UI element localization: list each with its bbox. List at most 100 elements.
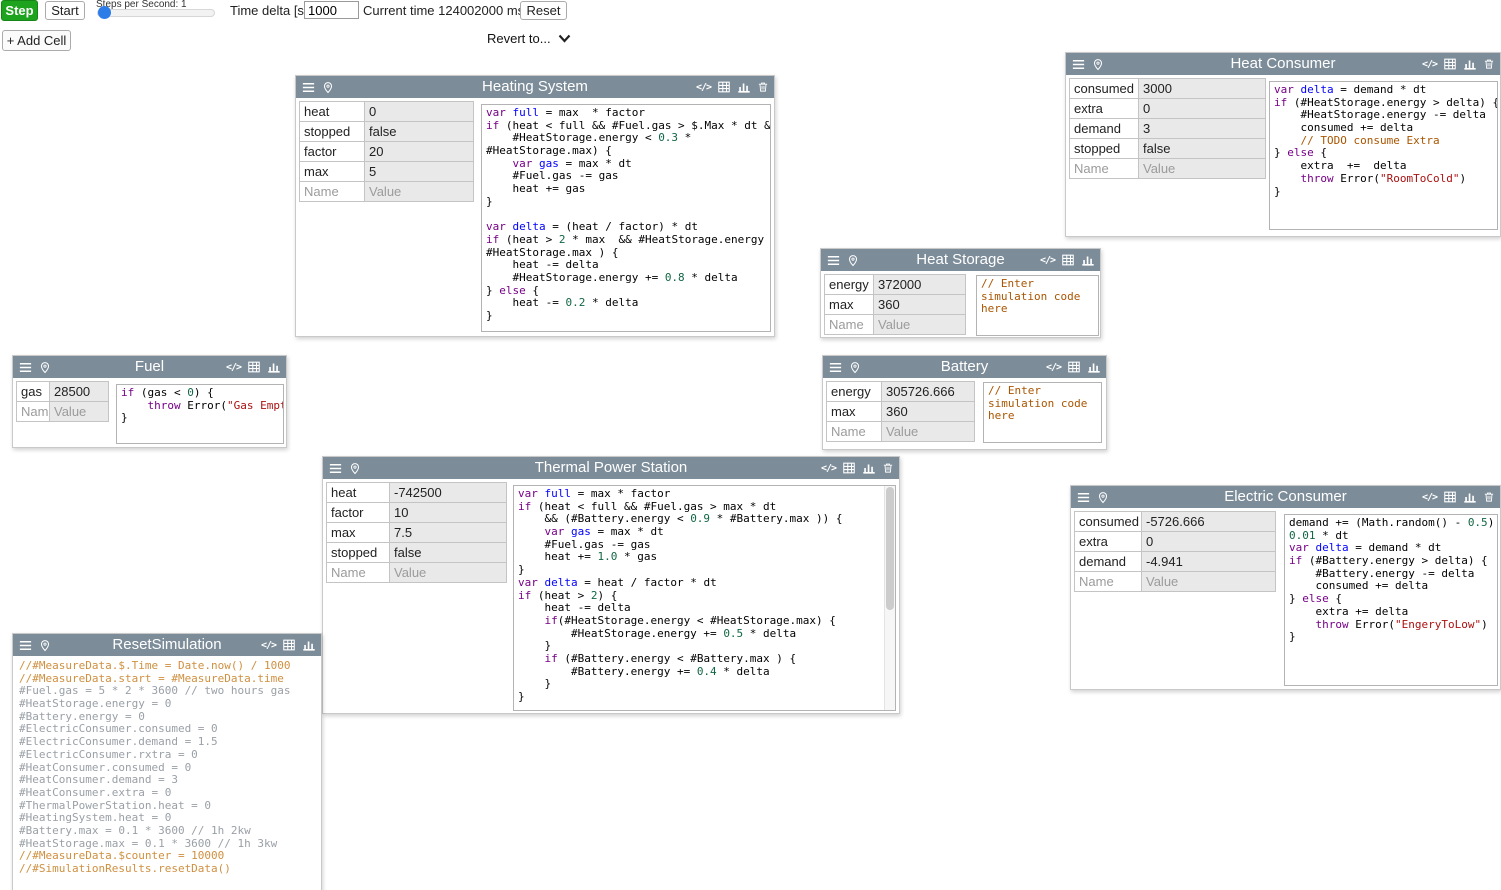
menu-icon[interactable] <box>328 461 343 476</box>
variable-name-cell[interactable]: stopped <box>326 542 390 563</box>
scrollbar-thumb[interactable] <box>886 487 894 610</box>
chart-view-icon[interactable] <box>1087 360 1101 374</box>
code-view-icon[interactable]: </> <box>226 362 241 373</box>
code-editor[interactable]: //#MeasureData.$.Time = Date.now() / 100… <box>15 658 321 890</box>
variable-value-cell[interactable]: 3000 <box>1138 78 1266 99</box>
variable-value-cell[interactable]: 20 <box>364 141 474 162</box>
pin-icon[interactable] <box>849 361 861 374</box>
delete-icon[interactable] <box>1483 57 1495 71</box>
pin-icon[interactable] <box>1097 491 1109 504</box>
variable-value-cell[interactable]: 7.5 <box>389 522 507 543</box>
variable-value-cell[interactable]: Value <box>873 314 966 335</box>
code-view-icon[interactable]: </> <box>1422 492 1437 503</box>
code-editor[interactable]: var full = max * factorif (heat < full &… <box>513 485 896 711</box>
code-view-icon[interactable]: </> <box>696 82 711 93</box>
variable-name-cell[interactable]: extra <box>1074 531 1142 552</box>
variable-value-cell[interactable]: 372000 <box>873 274 966 295</box>
variable-value-cell[interactable]: Value <box>881 421 975 442</box>
variable-name-cell[interactable]: consumed <box>1069 78 1139 99</box>
table-view-icon[interactable] <box>282 638 296 652</box>
variable-value-cell[interactable]: 0 <box>1138 98 1266 119</box>
variable-name-cell[interactable]: Name <box>326 562 390 583</box>
table-view-icon[interactable] <box>1443 57 1457 71</box>
variable-value-cell[interactable]: -742500 <box>389 482 507 503</box>
menu-icon[interactable] <box>18 360 33 375</box>
code-view-icon[interactable]: </> <box>821 463 836 474</box>
pin-icon[interactable] <box>39 639 51 652</box>
chart-view-icon[interactable] <box>1081 253 1095 267</box>
table-view-icon[interactable] <box>1443 490 1457 504</box>
variable-name-cell[interactable]: max <box>299 161 365 182</box>
variable-value-cell[interactable]: 305726.666 <box>881 381 975 402</box>
code-editor[interactable]: if (gas < 0) { throw Error("Gas Empty")} <box>116 384 284 444</box>
variable-name-cell[interactable]: Name <box>1069 158 1139 179</box>
chart-view-icon[interactable] <box>1463 490 1477 504</box>
table-view-icon[interactable] <box>1067 360 1081 374</box>
pin-icon[interactable] <box>1092 58 1104 71</box>
delete-icon[interactable] <box>757 80 769 94</box>
code-view-icon[interactable]: </> <box>261 640 276 651</box>
variable-name-cell[interactable]: energy <box>826 381 882 402</box>
delete-icon[interactable] <box>1483 490 1495 504</box>
variable-value-cell[interactable]: 360 <box>881 401 975 422</box>
variable-name-cell[interactable]: max <box>826 401 882 422</box>
chart-view-icon[interactable] <box>737 80 751 94</box>
table-view-icon[interactable] <box>717 80 731 94</box>
table-view-icon[interactable] <box>1061 253 1075 267</box>
code-editor[interactable]: var delta = demand * dtif (#HeatStorage.… <box>1269 81 1498 230</box>
variable-value-cell[interactable]: 3 <box>1138 118 1266 139</box>
code-editor[interactable]: // Entersimulation codehere <box>976 275 1099 336</box>
pin-icon[interactable] <box>39 361 51 374</box>
menu-icon[interactable] <box>826 253 841 268</box>
chart-view-icon[interactable] <box>862 461 876 475</box>
variable-name-cell[interactable]: Name <box>826 421 882 442</box>
variable-name-cell[interactable]: Name <box>16 401 50 422</box>
code-view-icon[interactable]: </> <box>1422 59 1437 70</box>
variable-value-cell[interactable]: -5726.666 <box>1141 511 1276 532</box>
chart-view-icon[interactable] <box>267 360 281 374</box>
variable-value-cell[interactable]: -4.941 <box>1141 551 1276 572</box>
variable-value-cell[interactable]: Value <box>1141 571 1276 592</box>
table-view-icon[interactable] <box>842 461 856 475</box>
menu-icon[interactable] <box>1076 490 1091 505</box>
variable-value-cell[interactable]: 0 <box>364 101 474 122</box>
variable-name-cell[interactable]: Name <box>1074 571 1142 592</box>
variable-value-cell[interactable]: 28500 <box>49 381 109 402</box>
variable-value-cell[interactable]: 5 <box>364 161 474 182</box>
variable-value-cell[interactable]: false <box>1138 138 1266 159</box>
table-view-icon[interactable] <box>247 360 261 374</box>
code-editor[interactable]: var full = max * factorif (heat < full &… <box>481 104 771 332</box>
variable-value-cell[interactable]: false <box>364 121 474 142</box>
variable-name-cell[interactable]: stopped <box>1069 138 1139 159</box>
pin-icon[interactable] <box>847 254 859 267</box>
variable-name-cell[interactable]: heat <box>326 482 390 503</box>
chart-view-icon[interactable] <box>302 638 316 652</box>
variable-value-cell[interactable]: Value <box>49 401 109 422</box>
variable-name-cell[interactable]: factor <box>299 141 365 162</box>
variable-name-cell[interactable]: demand <box>1074 551 1142 572</box>
menu-icon[interactable] <box>18 638 33 653</box>
variable-value-cell[interactable]: Value <box>389 562 507 583</box>
variable-name-cell[interactable]: max <box>824 294 874 315</box>
pin-icon[interactable] <box>322 81 334 94</box>
variable-value-cell[interactable]: 360 <box>873 294 966 315</box>
variable-value-cell[interactable]: Value <box>364 181 474 202</box>
variable-name-cell[interactable]: demand <box>1069 118 1139 139</box>
code-view-icon[interactable]: </> <box>1046 362 1061 373</box>
variable-name-cell[interactable]: gas <box>16 381 50 402</box>
variable-name-cell[interactable]: extra <box>1069 98 1139 119</box>
code-editor[interactable]: demand += (Math.random() - 0.5) *0.01 * … <box>1284 514 1498 686</box>
variable-name-cell[interactable]: Name <box>824 314 874 335</box>
variable-name-cell[interactable]: energy <box>824 274 874 295</box>
variable-value-cell[interactable]: Value <box>1138 158 1266 179</box>
variable-value-cell[interactable]: 0 <box>1141 531 1276 552</box>
variable-name-cell[interactable]: stopped <box>299 121 365 142</box>
variable-value-cell[interactable]: 10 <box>389 502 507 523</box>
variable-value-cell[interactable]: false <box>389 542 507 563</box>
chart-view-icon[interactable] <box>1463 57 1477 71</box>
pin-icon[interactable] <box>349 462 361 475</box>
code-editor[interactable]: // Entersimulation codehere <box>983 382 1102 443</box>
variable-name-cell[interactable]: heat <box>299 101 365 122</box>
scrollbar[interactable] <box>884 486 895 710</box>
variable-name-cell[interactable]: consumed <box>1074 511 1142 532</box>
